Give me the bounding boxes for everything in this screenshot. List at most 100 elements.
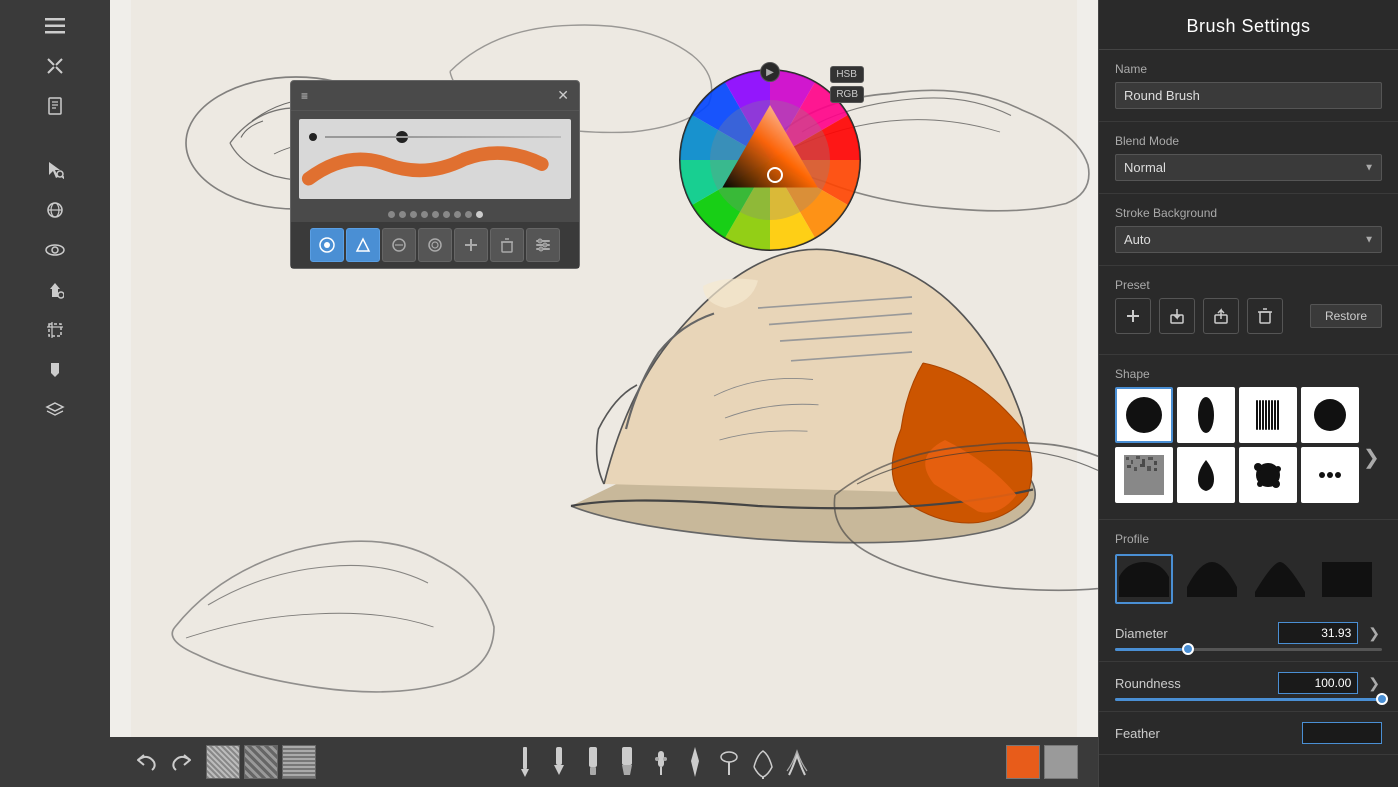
preset-delete-btn[interactable]: [1247, 298, 1283, 334]
preset-buttons-row: Restore: [1115, 298, 1382, 334]
layers-icon[interactable]: [37, 392, 73, 428]
undo-redo-group: [130, 746, 198, 778]
restore-button[interactable]: Restore: [1310, 304, 1382, 328]
secondary-color-swatch[interactable]: [1044, 745, 1078, 779]
roundness-input[interactable]: [1278, 672, 1358, 694]
page-dot-3[interactable]: [410, 211, 417, 218]
blend-mode-value: Normal: [1124, 160, 1166, 175]
page-dot-5[interactable]: [432, 211, 439, 218]
popup-settings-btn[interactable]: [526, 228, 560, 262]
marker-tool[interactable]: [579, 745, 607, 779]
shape-section: Shape: [1099, 355, 1398, 520]
eye-icon[interactable]: [37, 232, 73, 268]
popup-header-icons: ≡: [301, 89, 312, 103]
stroke-bg-select[interactable]: Auto: [1115, 226, 1382, 253]
preset-section: Preset Restore: [1099, 266, 1398, 355]
color-play-btn[interactable]: ▶: [760, 62, 780, 82]
stroke-bg-label: Stroke Background: [1115, 206, 1382, 220]
profile-label: Profile: [1115, 532, 1382, 546]
diameter-slider-row[interactable]: [1115, 648, 1382, 651]
airbrush-tool[interactable]: [647, 745, 675, 779]
shape-cell-large-circle[interactable]: [1301, 387, 1359, 443]
diameter-input[interactable]: [1278, 622, 1358, 644]
diameter-slider[interactable]: [1115, 648, 1382, 651]
texture-swatch-3[interactable]: [282, 745, 316, 779]
diameter-label: Diameter: [1115, 626, 1168, 641]
select-tool-icon[interactable]: [37, 152, 73, 188]
page-dot-4[interactable]: [421, 211, 428, 218]
size-slider-track[interactable]: [325, 136, 561, 138]
ink-pen-tool[interactable]: [681, 745, 709, 779]
blend-mode-label: Blend Mode: [1115, 134, 1382, 148]
page-dot-8[interactable]: [465, 211, 472, 218]
popup-delete-btn[interactable]: [490, 228, 524, 262]
shape-cell-bristle[interactable]: [1239, 387, 1297, 443]
popup-add-btn[interactable]: [454, 228, 488, 262]
pen-tool[interactable]: [545, 745, 573, 779]
fill-icon[interactable]: [37, 272, 73, 308]
blend-mode-select[interactable]: Normal: [1115, 154, 1382, 181]
brush-tools: [324, 745, 998, 779]
profile-cell-1[interactable]: [1115, 554, 1173, 604]
brush-name-input[interactable]: [1115, 82, 1382, 109]
texture-swatch-2[interactable]: [244, 745, 278, 779]
popup-smudge-btn[interactable]: [382, 228, 416, 262]
popup-menu-icon[interactable]: ≡: [301, 89, 308, 103]
shape-cell-texture[interactable]: [1115, 447, 1173, 503]
feather-section: Feather: [1099, 712, 1398, 755]
redo-button[interactable]: [166, 746, 198, 778]
sketch-background: HSB RGB ▶ ≡ ✕: [110, 0, 1098, 737]
color-wheel[interactable]: HSB RGB ▶: [670, 60, 870, 260]
crop-icon[interactable]: [37, 312, 73, 348]
pencil-tool-1[interactable]: [511, 745, 539, 779]
book-icon[interactable]: [37, 88, 73, 124]
special-brush-2[interactable]: [749, 745, 777, 779]
flat-pen-tool[interactable]: [613, 745, 641, 779]
undo-button[interactable]: [130, 746, 162, 778]
diameter-expand-btn[interactable]: ❯: [1366, 623, 1382, 644]
profile-cell-3[interactable]: [1251, 554, 1309, 604]
profile-grid: [1115, 554, 1382, 604]
shape-cell-dots[interactable]: [1301, 447, 1359, 503]
roundness-slider[interactable]: [1115, 698, 1382, 701]
roundness-expand-btn[interactable]: ❯: [1366, 673, 1382, 694]
stroke-bg-wrapper: Auto ▼: [1115, 226, 1382, 253]
popup-close-btn[interactable]: ✕: [557, 87, 569, 104]
transform-icon[interactable]: [37, 192, 73, 228]
feather-label: Feather: [1115, 726, 1160, 741]
shape-cell-drop[interactable]: [1177, 447, 1235, 503]
preset-add-btn[interactable]: [1115, 298, 1151, 334]
texture-swatch-1[interactable]: [206, 745, 240, 779]
profile-cell-4[interactable]: [1318, 554, 1376, 604]
canvas-area[interactable]: HSB RGB ▶ ≡ ✕: [110, 0, 1098, 787]
preset-export-btn[interactable]: [1203, 298, 1239, 334]
shape-cell-thin-oval[interactable]: [1177, 387, 1235, 443]
shape-grid: [1115, 387, 1359, 503]
hsb-mode-btn[interactable]: HSB: [830, 66, 864, 83]
page-dot-6[interactable]: [443, 211, 450, 218]
rgb-mode-btn[interactable]: RGB: [830, 86, 864, 103]
page-dot-7[interactable]: [454, 211, 461, 218]
page-dot-9[interactable]: [476, 211, 483, 218]
shape-scroll-down-btn[interactable]: ❯: [1363, 445, 1380, 470]
primary-color-swatch[interactable]: [1006, 745, 1040, 779]
profile-cell-2[interactable]: [1183, 554, 1241, 604]
menu-icon[interactable]: [37, 8, 73, 44]
popup-brush-btn[interactable]: [310, 228, 344, 262]
color-swatches: [1006, 745, 1078, 779]
feather-input[interactable]: [1302, 722, 1382, 744]
collapse-icon[interactable]: [37, 48, 73, 84]
shape-cell-circle[interactable]: [1115, 387, 1173, 443]
popup-shape-btn[interactable]: [346, 228, 380, 262]
page-dot-2[interactable]: [399, 211, 406, 218]
roundness-slider-row[interactable]: [1115, 698, 1382, 701]
popup-flow-btn[interactable]: [418, 228, 452, 262]
popup-toolbar: [291, 222, 579, 268]
shape-cell-splatter[interactable]: [1239, 447, 1297, 503]
page-dot-1[interactable]: [388, 211, 395, 218]
paint-bucket-icon[interactable]: [37, 352, 73, 388]
special-brush-3[interactable]: [783, 745, 811, 779]
special-brush-1[interactable]: [715, 745, 743, 779]
name-label: Name: [1115, 62, 1382, 76]
preset-import-btn[interactable]: [1159, 298, 1195, 334]
